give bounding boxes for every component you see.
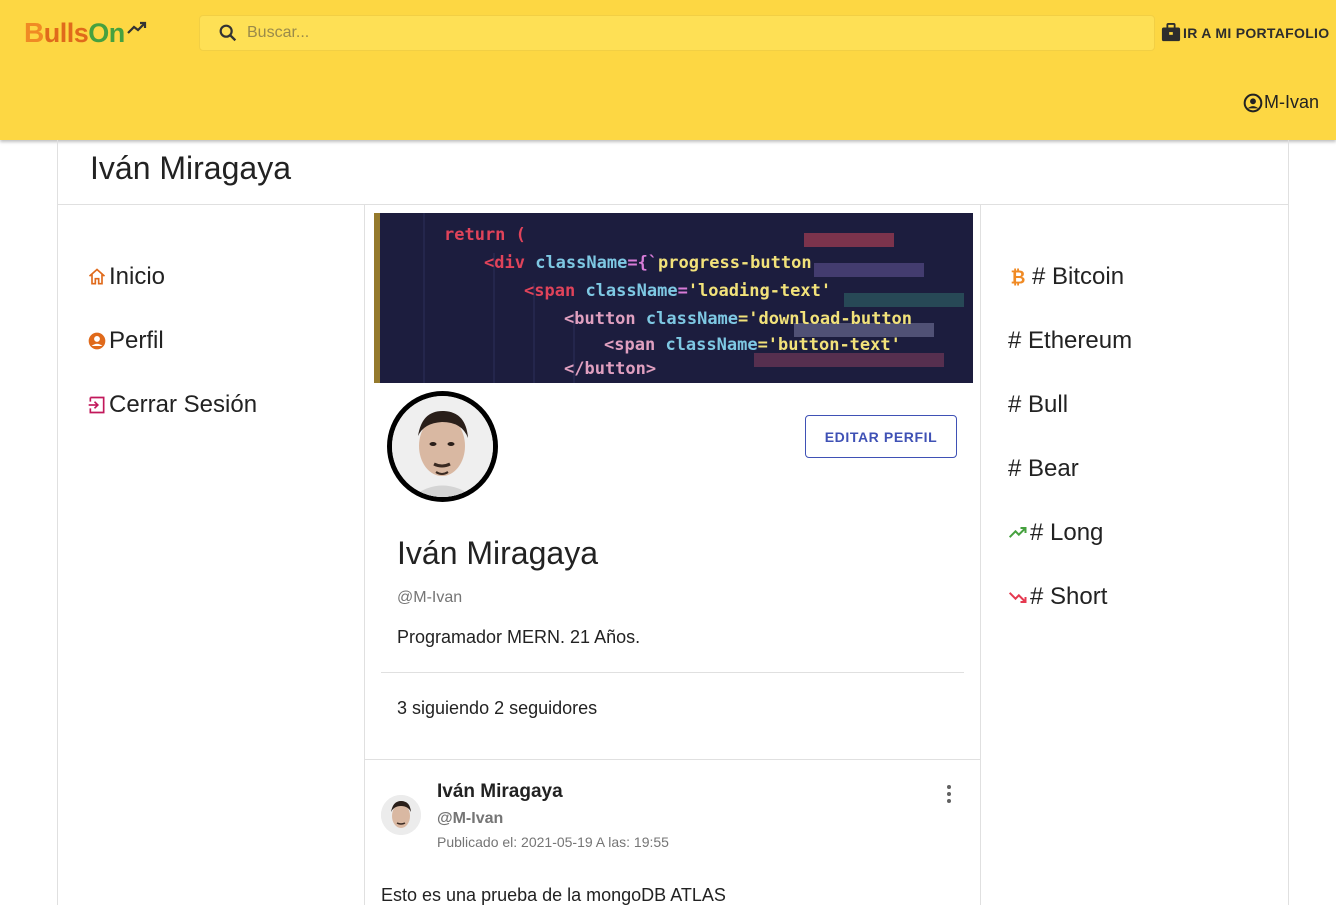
tag-short[interactable]: # Short: [1008, 582, 1132, 612]
nav-item-label: Cerrar Sesión: [109, 391, 258, 418]
account-circle-icon: [88, 332, 106, 350]
tag-label: # Bear: [1008, 455, 1079, 482]
page-title: Iván Miragaya: [90, 150, 291, 186]
profile-photo: [392, 396, 493, 497]
profile-title-bar: Iván Miragaya: [57, 140, 1289, 205]
post-author-photo: [381, 795, 421, 835]
trending-down-icon: [1008, 592, 1027, 603]
cover-code-text: <button className='download-button: [564, 309, 913, 329]
follow-stats: 3 siguiendo 2 seguidores: [397, 698, 597, 719]
tag-label: # Short: [1030, 583, 1108, 610]
profile-column: return ( <div className={`progress-butto…: [364, 205, 981, 905]
nav-item-label: Perfil: [109, 327, 164, 354]
tag-ethereum[interactable]: # Ethereum: [1008, 326, 1132, 356]
bullson-logo[interactable]: Bulls On: [24, 17, 147, 49]
nav-item-inicio[interactable]: Inicio: [87, 262, 257, 292]
tag-bear[interactable]: # Bear: [1008, 454, 1132, 484]
following-count-link[interactable]: 3 siguiendo: [397, 698, 489, 718]
bitcoin-icon: ₿: [1011, 268, 1026, 287]
profile-handle: @M-Ivan: [397, 589, 463, 606]
post-text: Esto es una prueba de la mongoDB ATLAS: [381, 885, 726, 905]
divider: [365, 759, 980, 760]
home-icon: [88, 268, 106, 285]
cover-code-text: <span className='loading-text': [524, 281, 832, 301]
profile-name: Iván Miragaya: [397, 535, 598, 571]
tag-bitcoin[interactable]: ₿ # Bitcoin: [1008, 262, 1132, 292]
tag-label: # Bull: [1008, 391, 1069, 418]
nav-item-label: Inicio: [109, 263, 166, 290]
more-vert-icon[interactable]: [937, 782, 961, 806]
account-circle-icon: [1243, 93, 1263, 112]
left-sidebar: Inicio Perfil Cerrar Sesión: [87, 262, 257, 454]
app-bar: BullsOn IR A MI PORTAFOLIO M-Ivan: [0, 0, 1336, 140]
briefcase-icon: [1161, 23, 1181, 42]
tag-long[interactable]: # Long: [1008, 518, 1132, 548]
cover-code-text: <div className={`progress-button: [484, 253, 812, 273]
logo-text-on: On: [88, 17, 125, 48]
tag-label: # Bitcoin: [1032, 263, 1125, 290]
tag-label: # Long: [1030, 519, 1104, 546]
tag-label: # Ethereum: [1008, 327, 1133, 354]
followers-count-link[interactable]: 2 seguidores: [494, 698, 597, 718]
logout-icon: [88, 396, 105, 414]
divider: [381, 672, 964, 673]
profile-bio: Programador MERN. 21 Años.: [397, 627, 641, 647]
user-menu-label: M-Ivan: [1263, 92, 1319, 112]
svg-text:₿: ₿: [1011, 268, 1026, 287]
portfolio-label: IR A MI PORTAFOLIO: [1183, 25, 1330, 41]
cover-code-text: return (: [444, 225, 526, 245]
right-sidebar-tags: ₿ # Bitcoin # Ethereum # Bull # Bear # L…: [1008, 262, 1132, 646]
nav-item-cerrar-sesion[interactable]: Cerrar Sesión: [87, 390, 257, 420]
logo-trending-up-icon: [126, 21, 146, 34]
user-menu-button[interactable]: M-Ivan: [1243, 92, 1319, 113]
cover-code-text: </button>: [564, 359, 657, 379]
search-input[interactable]: [247, 24, 1127, 42]
logo-bitcoin-letter: B: [24, 17, 44, 48]
tag-bull[interactable]: # Bull: [1008, 390, 1132, 420]
profile-avatar[interactable]: [387, 391, 498, 502]
post-date: Publicado el: 2021-05-19 A las: 19:55: [437, 834, 669, 850]
post-author-avatar[interactable]: [381, 795, 421, 835]
edit-profile-button[interactable]: EDITAR PERFIL: [805, 415, 957, 458]
post-author-handle: @M-Ivan: [437, 810, 504, 827]
logo-text-ulls: ulls: [43, 17, 89, 48]
cover-image: return ( <div className={`progress-butto…: [374, 213, 973, 383]
portfolio-button[interactable]: IR A MI PORTAFOLIO: [1160, 22, 1329, 44]
nav-item-perfil[interactable]: Perfil: [87, 326, 257, 356]
cover-code-text: <span className='button-text': [604, 335, 901, 355]
trending-up-icon: [1008, 527, 1027, 538]
search-bar[interactable]: [199, 15, 1155, 51]
post-author-name[interactable]: Iván Miragaya: [437, 781, 563, 803]
profile-photo-graphic: [392, 396, 493, 497]
search-icon: [219, 24, 237, 42]
